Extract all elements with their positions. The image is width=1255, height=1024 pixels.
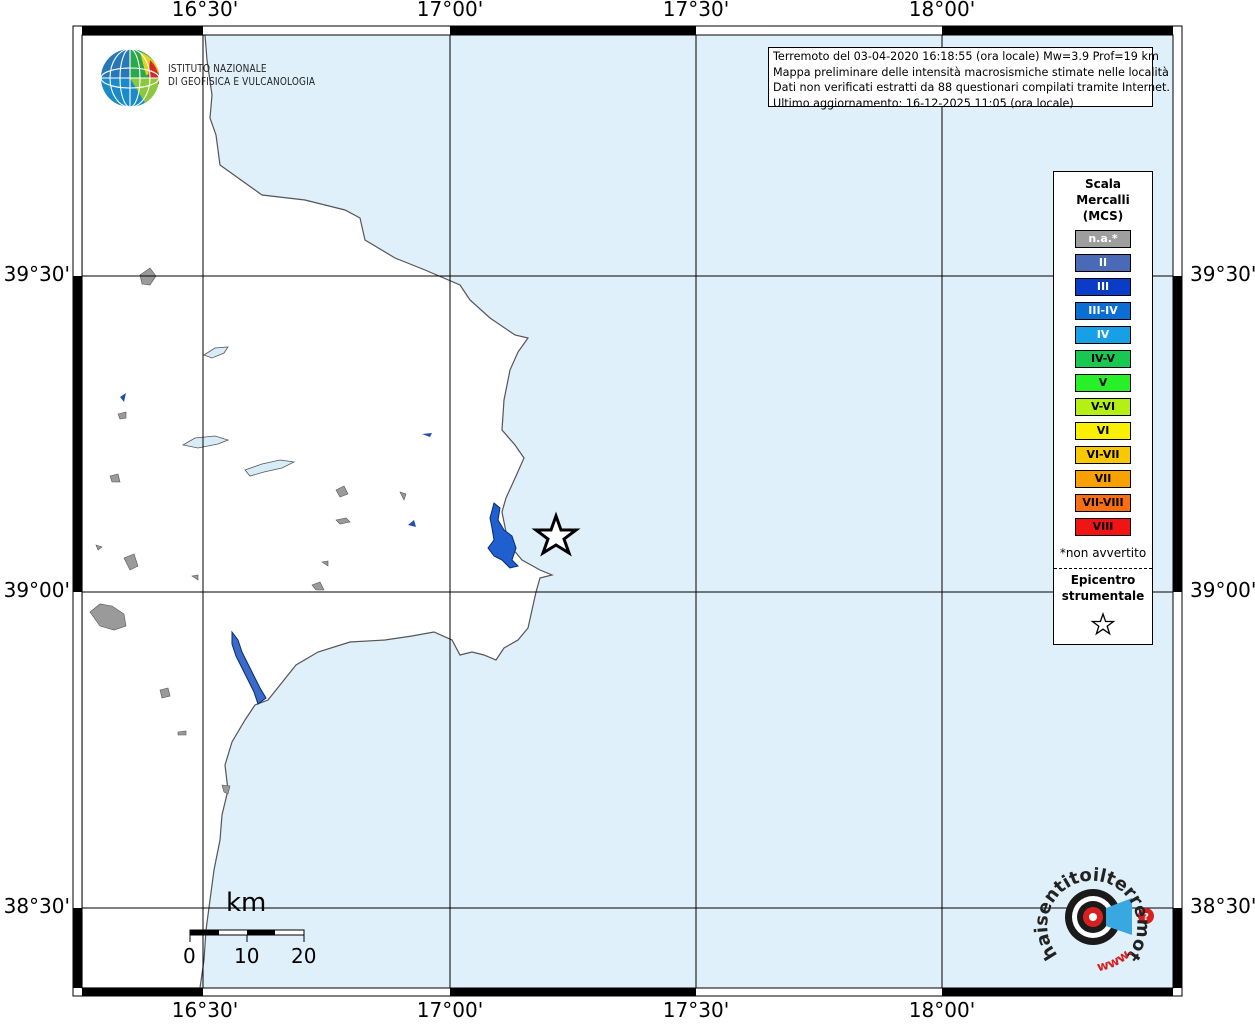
legend-epicenter-label: Epicentro strumentale xyxy=(1054,572,1152,604)
lon-label-top-1: 16°30' xyxy=(171,0,239,21)
ingv-logo-text: ISTITUTO NAZIONALE DI GEOFISICA E VULCAN… xyxy=(168,63,315,89)
legend-item: V-VI xyxy=(1075,398,1131,416)
legend-title-line-1: Scala xyxy=(1084,177,1122,191)
event-info-line-1: Terremoto del 03-04-2020 16:18:55 (ora l… xyxy=(773,50,1159,63)
lon-label-bottom-4: 18°00' xyxy=(908,998,976,1022)
legend-star-icon xyxy=(1090,612,1116,636)
ingv-logo-line-1: ISTITUTO NAZIONALE xyxy=(168,63,267,75)
event-info-line-4: Ultimo aggiornamento: 16-12-2025 11:05 (… xyxy=(773,96,1074,110)
legend-separator xyxy=(1054,568,1152,569)
legend-item: VII-VIII xyxy=(1075,494,1131,512)
scale-tick-20: 20 xyxy=(291,944,317,968)
legend-note: *non avvertito xyxy=(1059,546,1147,560)
legend-item: VI-VII xyxy=(1075,446,1131,464)
lon-label-top-3: 17°30' xyxy=(662,0,730,21)
scale-unit-label: km xyxy=(226,888,267,918)
legend-item: VII xyxy=(1075,470,1131,488)
ingv-logo-line-2: DI GEOFISICA E VULCANOLOGIA xyxy=(168,76,316,88)
legend-epicenter-line-1: Epicentro xyxy=(1070,573,1136,587)
lat-label-left-3: 38°30' xyxy=(3,894,70,918)
scale-tick-10: 10 xyxy=(234,944,260,968)
lat-label-right-2: 39°00' xyxy=(1190,578,1255,602)
legend-item: II xyxy=(1075,254,1131,272)
legend-item: IV-V xyxy=(1075,350,1131,368)
legend-title: Scala Mercalli (MCS) xyxy=(1054,176,1152,224)
legend-item: VI xyxy=(1075,422,1131,440)
lat-label-left-1: 39°30' xyxy=(3,262,70,286)
legend-item: III-IV xyxy=(1075,302,1131,320)
legend-epicenter-line-2: strumentale xyxy=(1061,589,1145,603)
legend-item: V xyxy=(1075,374,1131,392)
lon-label-bottom-2: 17°00' xyxy=(416,998,484,1022)
legend-item: III xyxy=(1075,278,1131,296)
legend-title-line-2: Mercalli xyxy=(1076,193,1130,207)
lat-label-left-2: 39°00' xyxy=(3,578,70,602)
legend-item: n.a.* xyxy=(1075,230,1131,248)
lon-label-top-2: 17°00' xyxy=(416,0,484,21)
lat-label-right-1: 39°30' xyxy=(1190,262,1255,286)
ingv-logo: ISTITUTO NAZIONALE DI GEOFISICA E VULCAN… xyxy=(100,47,320,109)
scale-tick-0: 0 xyxy=(183,944,196,968)
lon-label-top-4: 18°00' xyxy=(908,0,976,21)
legend-item: VIII xyxy=(1075,518,1131,536)
legend-item: IV xyxy=(1075,326,1131,344)
mcs-legend: Scala Mercalli (MCS) n.a.* II III III-IV IV I… xyxy=(1053,171,1153,645)
event-info-line-2: Mappa preliminare delle intensità macros… xyxy=(773,65,1169,79)
lon-label-bottom-3: 17°30' xyxy=(662,998,730,1022)
lon-label-bottom-1: 16°30' xyxy=(171,998,239,1022)
event-info-line-3: Dati non verificati estratti da 88 quest… xyxy=(773,81,1170,94)
legend-title-line-3: (MCS) xyxy=(1082,209,1124,223)
lat-label-right-3: 38°30' xyxy=(1190,894,1255,918)
event-info-box: Terremoto del 03-04-2020 16:18:55 (ora l… xyxy=(768,47,1170,110)
